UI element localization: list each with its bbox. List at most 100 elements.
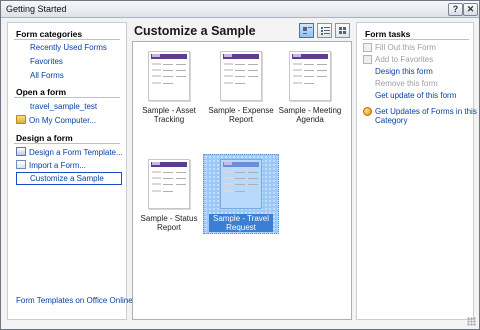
tiles-icon — [339, 27, 342, 30]
sample-gallery: Sample - Asset Tracking Sample - Expense R… — [132, 41, 352, 320]
left-pane: Form categories Recently Used Forms Favo… — [7, 22, 133, 320]
category-recently-used[interactable]: Recently Used Forms — [30, 43, 107, 52]
resize-grip[interactable] — [467, 317, 476, 326]
tiles-view-button[interactable] — [335, 23, 350, 38]
icon-part — [324, 33, 330, 34]
get-updates-line1: Get Updates of Forms in this — [375, 107, 477, 116]
form-line — [224, 82, 233, 84]
form-line — [176, 76, 186, 77]
sample-label: Sample - Travel Request — [209, 214, 273, 232]
large-icons-view-button[interactable] — [299, 23, 314, 38]
category-all-forms[interactable]: All Forms — [30, 71, 64, 80]
large-icons-icon — [303, 27, 307, 31]
customize-sample-label: Customize a Sample — [30, 174, 104, 183]
icon-part — [324, 30, 330, 31]
divider — [14, 39, 120, 40]
form-line — [235, 64, 245, 65]
category-favorites[interactable]: Favorites — [30, 57, 63, 66]
fill-out-label: Fill Out this Form — [375, 43, 436, 52]
form-line — [152, 190, 161, 192]
open-form-heading: Open a form — [16, 87, 67, 97]
form-line — [163, 64, 173, 65]
form-header — [151, 54, 187, 59]
form-header — [151, 162, 187, 167]
sample-label: Sample - Asset Tracking — [135, 106, 203, 124]
form-line — [224, 75, 233, 77]
form-thumbnail — [148, 51, 190, 101]
icon-part — [321, 33, 323, 35]
form-line — [224, 63, 233, 65]
form-thumbnail — [220, 51, 262, 101]
right-pane: Form tasks Fill Out this Form Add to Fav… — [356, 22, 477, 320]
form-line — [248, 178, 258, 179]
on-my-computer-link[interactable]: On My Computer... — [16, 115, 96, 125]
close-button[interactable]: ✕ — [463, 3, 478, 16]
center-pane: Customize a Sample Sample - Asset Tracki… — [132, 22, 352, 320]
form-line — [317, 64, 327, 65]
on-my-computer-label: On My Computer... — [29, 116, 97, 125]
form-line — [224, 171, 233, 173]
remove-this-form-task[interactable]: Remove this form — [375, 79, 438, 88]
form-line — [248, 64, 258, 65]
form-line — [235, 76, 245, 77]
globe-icon — [363, 107, 372, 116]
form-line — [235, 178, 245, 179]
icon-part — [308, 27, 312, 28]
form-line — [235, 172, 245, 173]
fill-out-form-task[interactable]: Fill Out this Form — [363, 43, 436, 52]
form-line — [248, 172, 258, 173]
sample-label-line2: Tracking — [153, 115, 185, 124]
design-icon — [16, 147, 26, 156]
header-text-mark — [293, 54, 301, 57]
sample-label-line1: Sample - Status — [140, 214, 198, 223]
title-bar: Getting Started ? ✕ — [1, 1, 479, 18]
design-this-form-task[interactable]: Design this form — [375, 67, 433, 76]
form-line — [304, 64, 314, 65]
sample-label-line1: Sample - Travel — [212, 214, 270, 223]
import-icon — [16, 160, 26, 169]
form-line — [248, 70, 258, 71]
page-title: Customize a Sample — [134, 24, 256, 38]
get-updates-category-link[interactable]: Get Updates of Forms in this Category — [363, 107, 477, 125]
form-thumbnail — [148, 159, 190, 209]
recent-form-link[interactable]: travel_sample_test — [30, 102, 97, 111]
form-line — [163, 184, 173, 185]
header-text-mark — [152, 162, 160, 165]
icon-part — [303, 33, 307, 34]
import-form-link[interactable]: Import a Form... — [16, 160, 86, 170]
divider — [14, 143, 120, 144]
office-online-link[interactable]: Form Templates on Office Online — [16, 296, 133, 305]
sample-label-line2: Agenda — [296, 115, 324, 124]
form-line — [248, 76, 258, 77]
form-line — [235, 70, 245, 71]
design-template-link[interactable]: Design a Form Template... — [16, 147, 123, 157]
details-icon — [321, 27, 323, 29]
customize-sample-item[interactable]: Customize a Sample — [16, 172, 122, 185]
form-line — [163, 191, 173, 192]
form-line — [293, 82, 302, 84]
form-header — [292, 54, 328, 59]
form-line — [304, 70, 314, 71]
sample-label-line1: Sample - Meeting — [278, 106, 342, 115]
form-thumbnail — [289, 51, 331, 101]
sample-label-line2: Report — [156, 223, 181, 232]
details-view-button[interactable] — [317, 23, 332, 38]
sample-label-line1: Sample - Asset — [142, 106, 196, 115]
form-line — [152, 69, 161, 71]
help-button[interactable]: ? — [448, 3, 463, 16]
icon-part — [339, 31, 342, 34]
get-update-task[interactable]: Get update of this form — [375, 91, 456, 100]
form-line — [235, 184, 245, 185]
design-form-heading: Design a form — [16, 133, 73, 143]
form-line — [176, 178, 186, 179]
form-line — [317, 76, 327, 77]
form-line — [152, 183, 161, 185]
form-line — [152, 63, 161, 65]
favorites-icon — [363, 55, 372, 64]
add-to-favorites-task[interactable]: Add to Favorites — [363, 55, 433, 64]
form-line — [248, 184, 258, 185]
form-line — [163, 70, 173, 71]
header-text-mark — [152, 54, 160, 57]
form-line — [235, 83, 245, 84]
form-line — [163, 172, 173, 173]
